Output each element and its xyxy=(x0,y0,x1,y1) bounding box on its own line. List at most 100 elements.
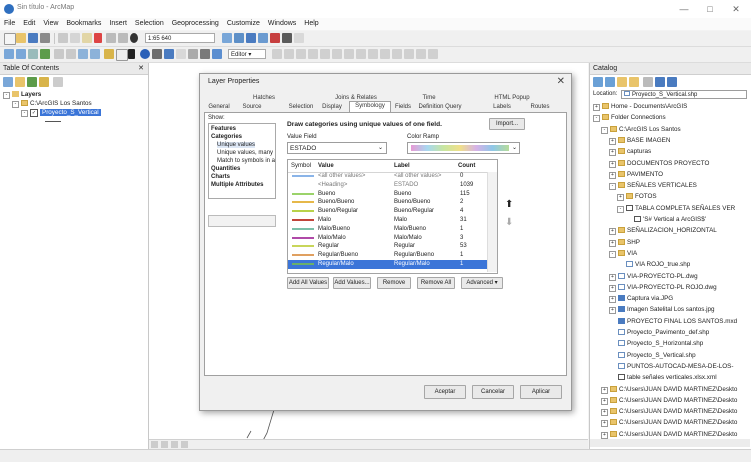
catalog-tree-item[interactable]: +'S# Vertical a ArcGIS$' xyxy=(625,216,706,224)
ok-button[interactable]: Aceptar xyxy=(424,385,466,399)
menu-insert[interactable]: Insert xyxy=(105,18,131,30)
menu-file[interactable]: File xyxy=(0,18,19,30)
table-row[interactable]: <Heading> ESTADO 1039 xyxy=(288,181,496,190)
tab-labels[interactable]: Labels xyxy=(490,103,514,112)
location-input[interactable]: Proyecto_S_Vertical.shp xyxy=(621,90,747,99)
edit-tool-icon[interactable] xyxy=(272,49,282,59)
catalog-tree-item[interactable]: + C:\Users\JUAN DAVID MARTINEZ\Deskto xyxy=(601,430,737,439)
tab-general[interactable]: General xyxy=(204,103,234,112)
expand-icon[interactable]: + xyxy=(609,149,616,157)
tab-selection[interactable]: Selection xyxy=(286,103,316,112)
save-icon[interactable] xyxy=(28,33,38,43)
layer-visibility-checkbox[interactable]: ✓ xyxy=(30,109,38,117)
table-row[interactable]: Regular/Bueno Regular/Bueno 1 xyxy=(288,251,496,260)
table-row[interactable]: Bueno/Regular Bueno/Regular 4 xyxy=(288,207,496,216)
split-icon[interactable] xyxy=(380,49,390,59)
catalog-tree-item[interactable]: + Captura via.JPG xyxy=(609,295,673,304)
menu-edit[interactable]: Edit xyxy=(19,18,39,30)
home-icon[interactable] xyxy=(617,77,627,87)
back-arrow-icon[interactable] xyxy=(593,77,603,87)
line-symbol-swatch[interactable] xyxy=(292,219,314,221)
show-item-quantities[interactable]: Quantities xyxy=(211,166,240,172)
line-symbol-swatch[interactable] xyxy=(292,227,314,230)
toc-folder-row[interactable]: - C:\ArcGIS Los Santos xyxy=(12,100,92,108)
show-item-unique-values-many[interactable]: Unique values, many xyxy=(217,150,273,156)
catalog-tree-item[interactable]: - VIA xyxy=(609,249,637,258)
remove-button[interactable]: Remove xyxy=(377,277,411,289)
menu-customize[interactable]: Customize xyxy=(223,18,264,30)
table-row[interactable]: Malo/Malo Malo/Malo 3 xyxy=(288,234,496,243)
straight-segment-icon[interactable] xyxy=(296,49,306,59)
pause-drawing-icon[interactable] xyxy=(181,441,188,448)
table-row[interactable]: Bueno/Bueno Bueno/Bueno 2 xyxy=(288,198,496,207)
table-row[interactable]: Malo/Bueno Malo/Bueno 1 xyxy=(288,225,496,234)
table-row[interactable]: Regular/Malo Regular/Malo 1 xyxy=(288,260,496,269)
import-button[interactable]: Import... xyxy=(489,118,525,130)
list-by-visibility-icon[interactable] xyxy=(27,77,37,87)
model-builder-icon[interactable] xyxy=(294,33,304,43)
full-extent-icon[interactable] xyxy=(40,49,50,59)
views-icon[interactable] xyxy=(643,77,653,87)
move-up-arrow-icon[interactable]: ⬆ xyxy=(505,199,513,210)
show-item-unique-values[interactable]: Unique values xyxy=(217,142,256,148)
add-all-values-button[interactable]: Add All Values xyxy=(287,277,329,289)
expand-icon[interactable]: + xyxy=(601,397,608,405)
catalog-tree-item[interactable]: +VIA ROJO_true.shp xyxy=(617,261,690,269)
catalog-tree-item[interactable]: + C:\Users\JUAN DAVID MARTINEZ\Deskto xyxy=(601,396,737,405)
catalog-tree-item[interactable]: +Proyecto_Pavimento_def.shp xyxy=(609,329,709,337)
catalog-tree-item[interactable]: + PAVIMENTO xyxy=(609,170,663,179)
tab-source[interactable]: Source xyxy=(238,103,266,112)
catalog-tree-item[interactable]: + DOCUMENTOS PROYECTO xyxy=(609,159,709,168)
catalog-tree-item[interactable]: + C:\Users\JUAN DAVID MARTINEZ\Deskto xyxy=(601,419,737,428)
tab-definition-query[interactable]: Definition Query xyxy=(416,103,464,112)
list-by-drawing-order-icon[interactable] xyxy=(3,77,13,87)
select-elements-icon[interactable] xyxy=(128,49,135,59)
table-row[interactable]: Regular Regular 53 xyxy=(288,242,496,251)
show-item-charts[interactable]: Charts xyxy=(211,174,230,180)
edit-annotation-icon[interactable] xyxy=(284,49,294,59)
expand-icon[interactable]: + xyxy=(601,386,608,394)
zoom-in-icon[interactable] xyxy=(4,49,14,59)
rotate-icon[interactable] xyxy=(392,49,402,59)
table-vertical-scrollbar[interactable] xyxy=(487,172,497,272)
apply-button[interactable]: Aplicar xyxy=(520,385,562,399)
collapse-icon[interactable]: - xyxy=(609,250,616,258)
map-scale-combo[interactable]: 1:65 640 xyxy=(145,33,215,43)
expand-icon[interactable]: + xyxy=(609,171,616,179)
catalog-tree-item[interactable]: + SEÑALIZACION_HORIZONTAL xyxy=(609,227,717,236)
catalog-tree-item[interactable]: - Folder Connections xyxy=(593,114,666,123)
cut-polygons-icon[interactable] xyxy=(368,49,378,59)
column-value[interactable]: Value xyxy=(318,163,334,169)
toc-pin-icon[interactable]: ✕ xyxy=(138,63,144,75)
preview-scrollbar[interactable] xyxy=(208,215,276,227)
connect-folder-icon[interactable] xyxy=(629,77,639,87)
close-button[interactable]: ✕ xyxy=(725,2,747,16)
line-symbol-swatch[interactable] xyxy=(292,263,314,265)
expand-icon[interactable]: + xyxy=(593,104,600,111)
expand-icon[interactable]: + xyxy=(617,194,624,202)
create-viewer-icon[interactable] xyxy=(212,49,222,59)
hyperlink-icon[interactable] xyxy=(176,49,186,59)
menu-view[interactable]: View xyxy=(39,18,62,30)
menu-geoprocessing[interactable]: Geoprocessing xyxy=(168,18,223,30)
add-values-button[interactable]: Add Values... xyxy=(333,277,371,289)
catalog-tree-item[interactable]: + BASE IMAGEN xyxy=(609,136,670,145)
endpoint-arc-icon[interactable] xyxy=(308,49,318,59)
expand-icon[interactable]: + xyxy=(609,160,616,168)
maximize-button[interactable]: □ xyxy=(699,2,721,16)
expand-icon[interactable]: + xyxy=(609,307,616,315)
catalog-tree-item[interactable]: - C:\ArcGIS Los Santos xyxy=(601,125,681,134)
color-ramp-select[interactable]: ⌄ xyxy=(407,142,520,154)
catalog-tree-item[interactable]: - TABLA COMPLETA SEÑALES VER xyxy=(617,204,735,213)
fixed-zoom-in-icon[interactable] xyxy=(54,49,64,59)
data-view-icon[interactable] xyxy=(161,441,168,448)
cancel-button[interactable]: Cancelar xyxy=(472,385,514,399)
catalog-tree-item[interactable]: + C:\Users\JUAN DAVID MARTINEZ\Deskto xyxy=(601,408,737,417)
expand-icon[interactable]: + xyxy=(609,239,616,247)
menu-selection[interactable]: Selection xyxy=(131,18,168,30)
point-icon[interactable] xyxy=(332,49,342,59)
open-folder-icon[interactable] xyxy=(16,33,26,43)
sketch-properties-icon[interactable] xyxy=(416,49,426,59)
catalog-tree-item[interactable]: + Imagen Satelital Los santos.jpg xyxy=(609,306,715,315)
expand-icon[interactable]: + xyxy=(609,296,616,304)
